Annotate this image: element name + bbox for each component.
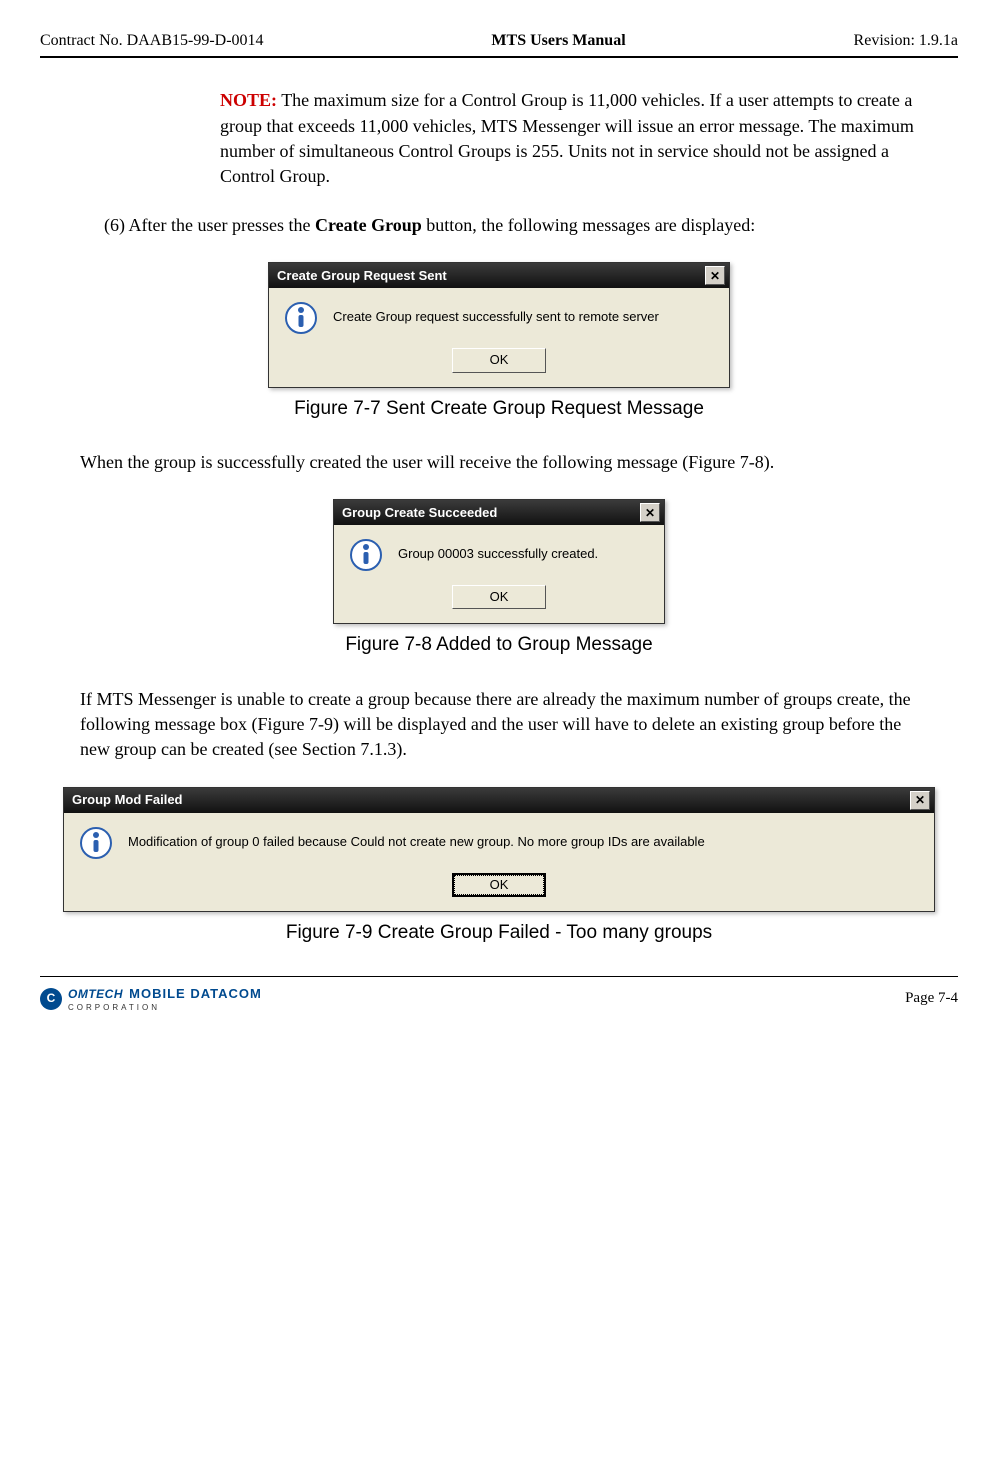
figure-caption-7-8: Figure 7-8 Added to Group Message <box>40 632 958 659</box>
header-left: Contract No. DAAB15-99-D-0014 <box>40 30 264 52</box>
paragraph-fail-intro: If MTS Messenger is unable to create a g… <box>80 687 918 763</box>
dialog-titlebar: Group Create Succeeded ✕ <box>334 500 664 525</box>
page-footer: C OMTECH MOBILE DATACOM CORPORATION Page… <box>40 983 958 1013</box>
step-6-post: button, the following messages are displ… <box>422 215 755 235</box>
dialog-message: Create Group request successfully sent t… <box>333 302 659 326</box>
step-6-paragraph: (6) After the user presses the Create Gr… <box>140 213 918 238</box>
note-text: The maximum size for a Control Group is … <box>220 90 914 186</box>
dialog-message: Modification of group 0 failed because C… <box>128 827 705 851</box>
close-icon[interactable]: ✕ <box>705 266 725 285</box>
dialog-request-sent: Create Group Request Sent ✕ Create Group… <box>268 262 730 387</box>
header-right: Revision: 1.9.1a <box>854 30 958 52</box>
logo-icon: C <box>40 988 62 1010</box>
step-6-number: (6) <box>104 215 125 235</box>
page-header: Contract No. DAAB15-99-D-0014 MTS Users … <box>40 30 958 52</box>
ok-button[interactable]: OK <box>452 873 546 897</box>
note-label: NOTE: <box>220 90 277 110</box>
page-number: Page 7-4 <box>905 988 958 1009</box>
paragraph-success-intro: When the group is successfully created t… <box>80 450 918 475</box>
dialog-titlebar: Create Group Request Sent ✕ <box>269 263 729 288</box>
dialog-mod-failed: Group Mod Failed ✕ Modification of group… <box>63 787 935 912</box>
close-icon[interactable]: ✕ <box>640 503 660 522</box>
ok-button[interactable]: OK <box>452 585 546 609</box>
footer-logo: C OMTECH MOBILE DATACOM CORPORATION <box>40 983 262 1013</box>
ok-button[interactable]: OK <box>452 348 546 372</box>
step-6-bold: Create Group <box>315 215 422 235</box>
logo-brand: OMTECH <box>68 987 123 1001</box>
info-icon <box>350 539 382 571</box>
header-center: MTS Users Manual <box>491 30 625 52</box>
dialog-title: Group Mod Failed <box>72 791 183 809</box>
dialog-title: Create Group Request Sent <box>277 267 447 285</box>
header-divider <box>40 56 958 58</box>
close-icon[interactable]: ✕ <box>910 791 930 810</box>
note-paragraph: NOTE: The maximum size for a Control Gro… <box>220 88 918 189</box>
logo-brand2: MOBILE DATACOM <box>129 986 262 1001</box>
figure-caption-7-9: Figure 7-9 Create Group Failed - Too man… <box>40 920 958 947</box>
dialog-create-succeeded: Group Create Succeeded ✕ Group 00003 suc… <box>333 499 665 624</box>
info-icon <box>285 302 317 334</box>
footer-divider <box>40 976 958 977</box>
logo-sub: CORPORATION <box>68 1002 262 1013</box>
dialog-title: Group Create Succeeded <box>342 504 497 522</box>
dialog-titlebar: Group Mod Failed ✕ <box>64 788 934 813</box>
figure-caption-7-7: Figure 7-7 Sent Create Group Request Mes… <box>40 396 958 423</box>
step-6-pre: After the user presses the <box>125 215 315 235</box>
dialog-message: Group 00003 successfully created. <box>398 539 598 563</box>
info-icon <box>80 827 112 859</box>
